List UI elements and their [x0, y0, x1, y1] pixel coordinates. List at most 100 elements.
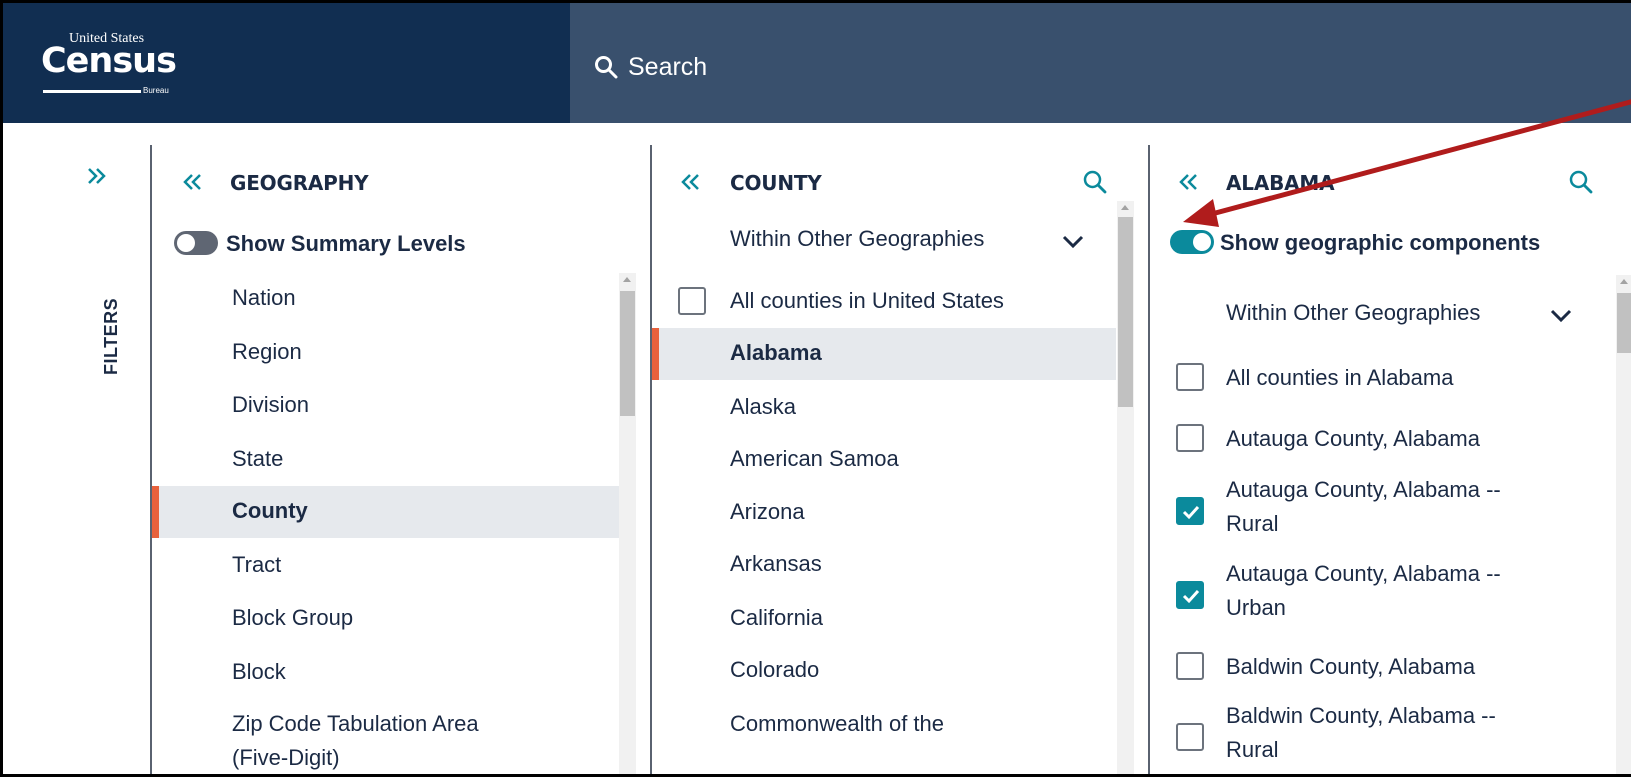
- geo-item-state[interactable]: State: [152, 434, 650, 486]
- county-scroll-thumb[interactable]: [1118, 217, 1133, 407]
- geo-item-label: County: [232, 498, 308, 523]
- county-item-label: Commonwealth of the: [730, 711, 944, 736]
- geo-item-county[interactable]: County: [152, 486, 619, 538]
- chevron-down-icon[interactable]: [1060, 233, 1086, 251]
- county-item-alabama[interactable]: Alabama: [652, 328, 1116, 380]
- row-label: Autauga County, Alabama --: [1226, 477, 1501, 502]
- top-header: United States Census Bureau Search: [3, 3, 1631, 123]
- geo-item-label: Tract: [232, 552, 282, 577]
- all-counties-us-label: All counties in United States: [730, 288, 1004, 313]
- toggle-knob: [177, 234, 195, 252]
- geo-item-region[interactable]: Region: [152, 327, 650, 379]
- all-counties-alabama-checkbox[interactable]: [1176, 363, 1204, 391]
- scroll-up-icon[interactable]: [1121, 205, 1129, 210]
- all-counties-us-checkbox[interactable]: [678, 287, 706, 315]
- county-item-label: Colorado: [730, 657, 820, 682]
- alabama-panel: ALABAMA Show geographic components Withi…: [1150, 123, 1631, 774]
- selected-indicator: [652, 328, 659, 380]
- filters-label[interactable]: FILTERS: [101, 298, 122, 375]
- toggle-knob: [1193, 233, 1211, 251]
- county-item-label: Arizona: [730, 499, 805, 524]
- autauga-rural-checkbox[interactable]: [1176, 497, 1204, 525]
- show-summary-levels-toggle[interactable]: [174, 231, 218, 255]
- collapse-county-icon[interactable]: [678, 171, 702, 193]
- county-item-arkansas[interactable]: Arkansas: [652, 539, 1148, 591]
- county-within-dropdown[interactable]: Within Other Geographies: [730, 226, 984, 252]
- county-item-american-samoa[interactable]: American Samoa: [652, 434, 1148, 486]
- geo-item-label: Block: [232, 659, 286, 684]
- chevron-down-icon[interactable]: [1548, 307, 1574, 325]
- geo-item-label: State: [232, 446, 284, 471]
- geo-item-label: Region: [232, 339, 302, 364]
- geography-scroll-thumb[interactable]: [620, 291, 635, 416]
- alabama-search-icon[interactable]: [1568, 169, 1594, 195]
- search-bar[interactable]: Search: [570, 3, 1631, 123]
- county-item-alaska[interactable]: Alaska: [652, 382, 1148, 434]
- collapse-alabama-icon[interactable]: [1176, 171, 1200, 193]
- selected-indicator: [152, 486, 159, 538]
- county-item-label: Alabama: [730, 340, 822, 365]
- checkmark-icon: [1182, 505, 1200, 520]
- county-item-label: California: [730, 605, 823, 630]
- geo-item-block-group[interactable]: Block Group: [152, 593, 650, 645]
- collapse-geography-icon[interactable]: [180, 171, 204, 193]
- geo-item-label: Block Group: [232, 605, 354, 630]
- show-geographic-components-toggle[interactable]: [1170, 230, 1214, 254]
- county-panel: COUNTY Within Other Geographies All coun…: [652, 123, 1148, 774]
- geo-item-nation[interactable]: Nation: [152, 273, 650, 325]
- baldwin-rural-checkbox[interactable]: [1176, 723, 1204, 751]
- county-item-commonwealth[interactable]: Commonwealth of the: [652, 699, 1148, 751]
- autauga-checkbox[interactable]: [1176, 424, 1204, 452]
- row-label: All counties in Alabama: [1226, 365, 1454, 390]
- row-label-line2: Rural: [1226, 737, 1279, 762]
- geo-item-label: Division: [232, 392, 310, 417]
- geography-title: GEOGRAPHY: [230, 171, 369, 195]
- alabama-within-dropdown[interactable]: Within Other Geographies: [1226, 300, 1480, 326]
- row-label-line2: Urban: [1226, 595, 1286, 620]
- alabama-header: ALABAMA: [1150, 165, 1631, 199]
- scroll-up-icon[interactable]: [623, 277, 631, 282]
- county-scrollbar[interactable]: [1117, 201, 1134, 774]
- logo-census: Census: [41, 41, 177, 81]
- search-icon: [595, 56, 618, 79]
- show-summary-levels-label: Show Summary Levels: [226, 231, 466, 256]
- geo-item-label: Zip Code Tabulation Area: [232, 711, 479, 736]
- scroll-up-icon[interactable]: [1620, 279, 1628, 284]
- county-item-label: Alaska: [730, 394, 797, 419]
- alabama-scroll-thumb[interactable]: [1617, 293, 1631, 353]
- county-header: COUNTY: [652, 165, 1148, 199]
- row-label: Baldwin County, Alabama --: [1226, 703, 1496, 728]
- app-frame: United States Census Bureau Search FILTE…: [0, 0, 1631, 777]
- alabama-scrollbar[interactable]: [1616, 275, 1631, 774]
- geo-item-division[interactable]: Division: [152, 380, 650, 432]
- alabama-dropdown-label: Within Other Geographies: [1226, 300, 1481, 325]
- autauga-urban-checkbox[interactable]: [1176, 581, 1204, 609]
- geo-item-block[interactable]: Block: [152, 647, 650, 699]
- geography-panel: GEOGRAPHY Show Summary Levels Nation Reg…: [152, 123, 650, 774]
- county-item-california[interactable]: California: [652, 593, 1148, 645]
- county-item-label: Arkansas: [730, 551, 822, 576]
- filters-rail: FILTERS: [3, 123, 153, 774]
- census-logo[interactable]: United States Census Bureau: [3, 3, 570, 123]
- row-label-line2: Rural: [1226, 511, 1279, 536]
- county-item-colorado[interactable]: Colorado: [652, 645, 1148, 697]
- logo-bureau: Bureau: [143, 86, 169, 95]
- county-search-icon[interactable]: [1082, 169, 1108, 195]
- search-label: Search: [628, 53, 708, 81]
- geography-scrollbar[interactable]: [619, 273, 636, 774]
- county-item-arizona[interactable]: Arizona: [652, 487, 1148, 539]
- row-label: Autauga County, Alabama: [1226, 426, 1480, 451]
- row-label: Autauga County, Alabama --: [1226, 561, 1501, 586]
- geo-item-label-line2: (Five-Digit): [232, 745, 340, 770]
- county-item-label: American Samoa: [730, 446, 899, 471]
- checkmark-icon: [1182, 589, 1200, 604]
- logo-underline: [43, 90, 141, 93]
- geo-item-label: Nation: [232, 285, 296, 310]
- geo-item-tract[interactable]: Tract: [152, 540, 650, 592]
- geography-header: GEOGRAPHY: [152, 165, 650, 199]
- expand-filters-icon[interactable]: [86, 165, 108, 187]
- row-label: Baldwin County, Alabama: [1226, 654, 1476, 679]
- geo-item-zcta[interactable]: Zip Code Tabulation Area (Five-Digit): [152, 699, 650, 774]
- alabama-title: ALABAMA: [1226, 171, 1335, 195]
- baldwin-checkbox[interactable]: [1176, 652, 1204, 680]
